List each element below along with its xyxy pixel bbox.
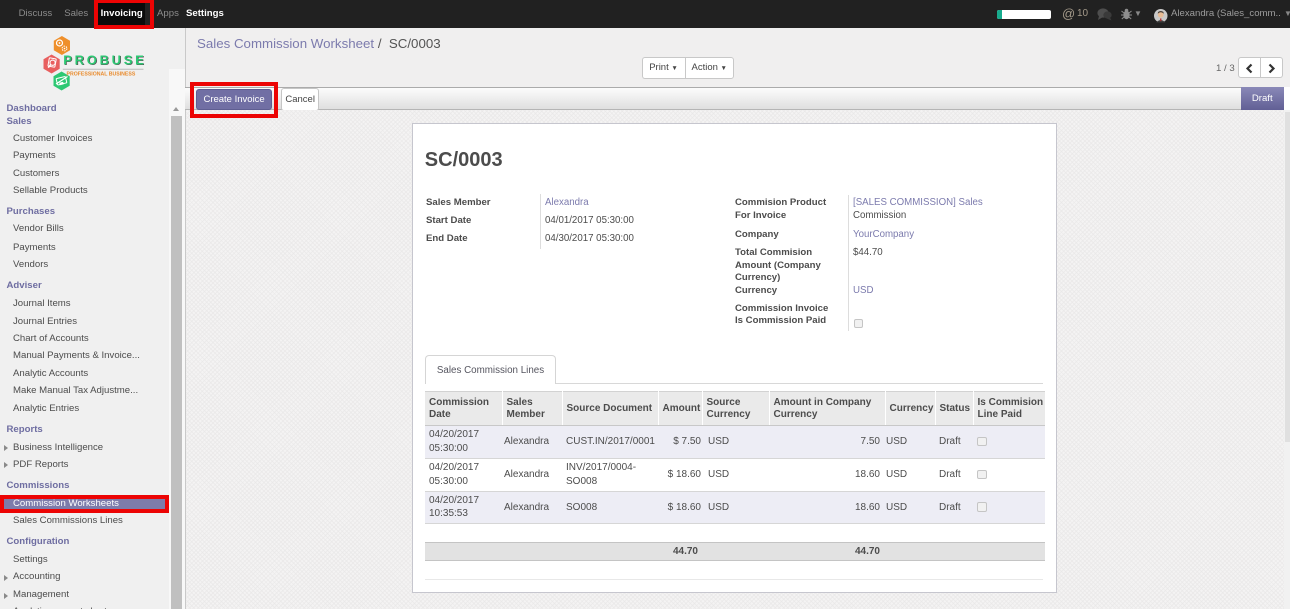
svg-text:PROBUSE: PROBUSE: [63, 52, 146, 67]
svg-text:PROFESSIONAL BUSINESS: PROFESSIONAL BUSINESS: [67, 72, 136, 78]
